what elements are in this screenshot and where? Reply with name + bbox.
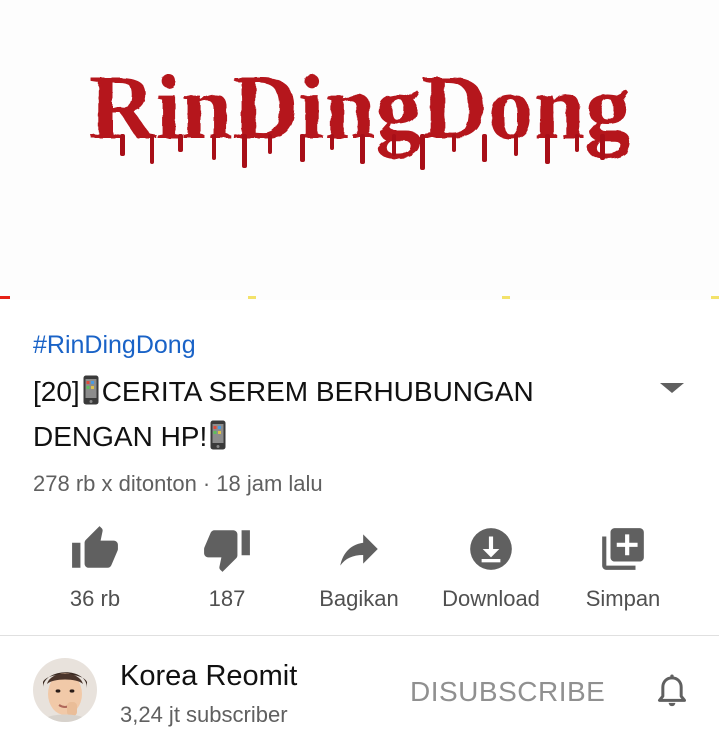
thumbs-down-icon (204, 530, 250, 572)
download-icon (470, 528, 512, 570)
channel-name[interactable]: Korea Reomit (120, 660, 297, 693)
save-button[interactable]: Simpan (558, 520, 688, 620)
dislike-button[interactable]: 187 (162, 520, 292, 620)
upload-age: 18 jam lalu (216, 471, 323, 496)
action-row: 36 rb 187 Bagikan Download Simpan (30, 520, 690, 620)
avatar[interactable] (33, 658, 97, 722)
bell-icon[interactable] (652, 672, 692, 712)
download-label: Download (442, 586, 540, 611)
ad-marker (711, 296, 719, 299)
title-text: CERITA SEREM BERHUBUNGAN DENGAN HP! (33, 376, 534, 452)
share-icon (340, 534, 378, 566)
save-label: Simpan (585, 586, 661, 611)
save-playlist-icon (602, 528, 644, 570)
like-count: 36 rb (69, 586, 121, 611)
like-button[interactable]: 36 rb (30, 520, 160, 620)
share-label: Bagikan (319, 586, 399, 611)
meta-separator: · (202, 471, 211, 496)
ad-marker (248, 296, 256, 299)
phone-emoji-icon (210, 420, 226, 450)
thumbs-up-icon (72, 526, 118, 568)
download-button[interactable]: Download (426, 520, 556, 620)
view-count: 278 rb x ditonton (33, 471, 197, 496)
video-title[interactable]: [20] CERITA SEREM BERHUBUNGAN DENGAN HP! (33, 369, 633, 459)
divider (0, 635, 719, 636)
hashtag-link[interactable]: #RinDingDong (33, 331, 196, 360)
video-player[interactable]: RinDingDong (0, 0, 719, 300)
subscriber-count: 3,24 jt subscriber (120, 702, 288, 727)
title-prefix: [20] (33, 376, 80, 407)
share-button[interactable]: Bagikan (294, 520, 424, 620)
expand-description-icon[interactable] (660, 383, 684, 393)
video-meta: 278 rb x ditonton · 18 jam lalu (33, 471, 323, 497)
phone-emoji-icon (83, 375, 99, 405)
dislike-count: 187 (208, 586, 246, 611)
channel-logo-artwork: RinDingDong (89, 56, 631, 170)
unsubscribe-button[interactable]: DISUBSCRIBE (410, 676, 605, 708)
avatar-image (33, 658, 97, 722)
progress-bar-played[interactable] (0, 296, 10, 299)
ad-marker (502, 296, 510, 299)
